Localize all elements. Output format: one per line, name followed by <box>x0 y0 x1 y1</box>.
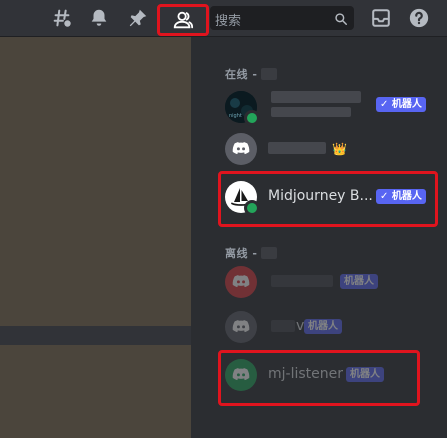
avatar: night <box>225 91 260 126</box>
discord-logo-icon <box>232 319 250 333</box>
offline-section-header: 离线 - <box>225 245 278 261</box>
member-item[interactable]: 机器人 <box>218 260 447 304</box>
threads-icon[interactable] <box>51 7 73 29</box>
highlight-box-mj-listener <box>218 350 420 406</box>
search-input[interactable]: 搜索 <box>210 6 354 30</box>
bot-badge: 机器人 <box>304 319 342 334</box>
avatar <box>225 133 257 165</box>
pin-icon[interactable] <box>127 7 149 29</box>
member-item[interactable]: night ✓ 机器人 <box>218 85 447 129</box>
avatar <box>225 311 257 343</box>
member-item[interactable]: 👑 <box>218 127 447 171</box>
members-icon <box>172 9 194 31</box>
highlight-box-midjourney <box>218 171 438 227</box>
bot-badge: 机器人 <box>340 274 378 289</box>
online-status-dot <box>244 110 260 126</box>
message-image[interactable] <box>0 345 191 438</box>
bot-badge: ✓ 机器人 <box>376 97 426 112</box>
chat-content-area <box>0 37 218 438</box>
chat-scroll-gutter <box>191 37 218 438</box>
discord-logo-icon <box>232 274 250 288</box>
online-section-header: 在线 - <box>225 66 278 82</box>
bell-icon[interactable] <box>88 7 110 29</box>
search-icon <box>334 11 348 30</box>
message-image[interactable] <box>0 37 191 326</box>
inbox-icon[interactable] <box>370 7 392 29</box>
help-icon[interactable] <box>408 7 430 29</box>
svg-text:night: night <box>229 113 242 119</box>
crown-icon: 👑 <box>332 142 347 156</box>
avatar <box>225 266 257 298</box>
channel-header-toolbar: 搜索 <box>0 0 447 37</box>
members-list-toggle[interactable] <box>157 4 209 36</box>
member-item[interactable]: v 机器人 <box>218 305 447 349</box>
discord-logo-icon <box>232 141 250 155</box>
search-placeholder: 搜索 <box>215 14 242 29</box>
member-list: 在线 - night ✓ 机器人 👑 Midjourney B... ✓ 机器人… <box>218 37 447 438</box>
